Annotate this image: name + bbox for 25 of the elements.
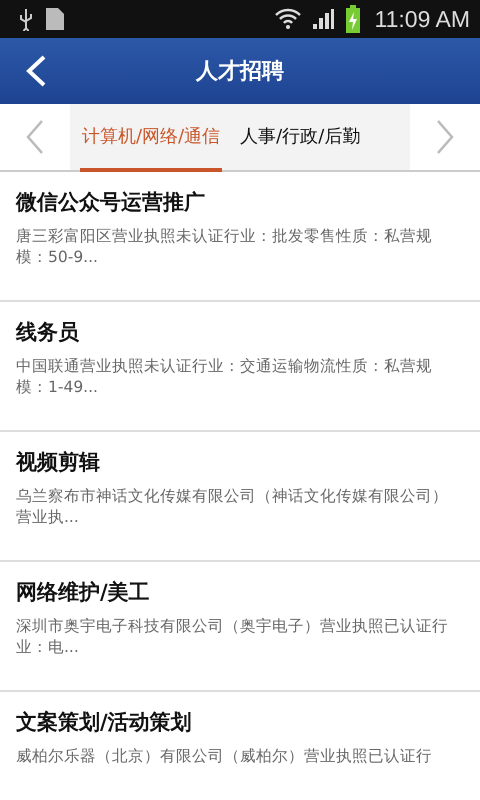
status-time: 11:09 AM: [374, 6, 470, 32]
wifi-icon: [274, 7, 301, 31]
job-title: 网络维护/美工: [16, 579, 151, 606]
job-list-item[interactable]: 线务员 中国联通营业执照未认证行业：交通运输物流性质：私营规模：1-49...: [0, 302, 480, 432]
job-description: 唐三彩富阳区营业执照未认证行业：批发零售性质：私营规模：50-9...: [16, 226, 433, 268]
sim-card-icon: [44, 6, 66, 32]
category-tab[interactable]: 人事/行政/后勤: [238, 104, 362, 172]
job-list-item[interactable]: 文案策划/活动策划 威柏尔乐器（北京）有限公司（威柏尔）营业执照已认证行: [0, 692, 480, 800]
job-list-item[interactable]: 视频剪辑 乌兰察布市神话文化传媒有限公司（神话文化传媒有限公司）营业执...: [0, 432, 480, 562]
job-description: 乌兰察布市神话文化传媒有限公司（神话文化传媒有限公司）营业执...: [16, 486, 449, 528]
category-tab[interactable]: 计算机/网络/通信: [80, 104, 222, 172]
usb-icon: [18, 7, 34, 31]
job-list-item[interactable]: 网络维护/美工 深圳市奥宇电子科技有限公司（奥宇电子）营业执照已认证行业：电...: [0, 562, 480, 692]
job-title: 微信公众号运营推广: [16, 189, 206, 216]
job-title: 文案策划/活动策划: [16, 709, 193, 736]
job-description: 深圳市奥宇电子科技有限公司（奥宇电子）营业执照已认证行业：电...: [16, 616, 449, 658]
back-button[interactable]: [24, 54, 48, 88]
page-title: 人才招聘: [196, 58, 284, 86]
signal-icon: [310, 7, 335, 31]
job-title: 视频剪辑: [16, 449, 101, 476]
job-title: 线务员: [16, 319, 80, 346]
job-description: 威柏尔乐器（北京）有限公司（威柏尔）营业执照已认证行: [16, 746, 433, 767]
job-list-item[interactable]: 微信公众号运营推广 唐三彩富阳区营业执照未认证行业：批发零售性质：私营规模：50-9...: [0, 172, 480, 302]
battery-charging-icon: [344, 5, 361, 33]
job-description: 中国联通营业执照未认证行业：交通运输物流性质：私营规模：1-49...: [16, 356, 433, 398]
